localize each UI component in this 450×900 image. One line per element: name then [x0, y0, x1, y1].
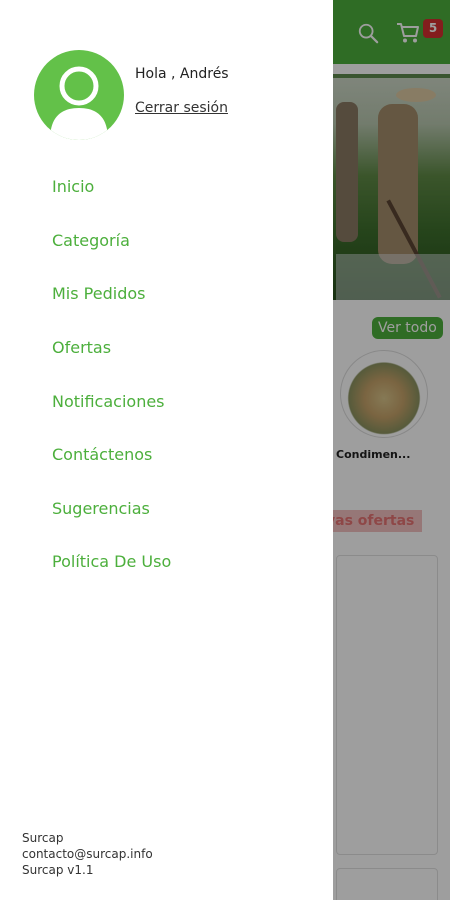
- menu-item-notificaciones[interactable]: Notificaciones: [0, 374, 333, 428]
- navigation-drawer: Hola , Andrés Cerrar sesión Inicio Categ…: [0, 0, 333, 900]
- menu-item-sugerencias[interactable]: Sugerencias: [0, 482, 333, 536]
- menu-item-ofertas[interactable]: Ofertas: [0, 321, 333, 375]
- user-avatar-icon: [34, 50, 124, 140]
- user-greeting: Hola , Andrés: [135, 66, 229, 82]
- drawer-footer: Surcap contacto@surcap.info Surcap v1.1: [22, 830, 153, 878]
- menu-item-categoria[interactable]: Categoría: [0, 214, 333, 268]
- drawer-menu: Inicio Categoría Mis Pedidos Ofertas Not…: [0, 160, 333, 589]
- footer-company: Surcap: [22, 831, 64, 845]
- footer-version: Surcap v1.1: [22, 863, 94, 877]
- menu-item-contactenos[interactable]: Contáctenos: [0, 428, 333, 482]
- menu-item-mis-pedidos[interactable]: Mis Pedidos: [0, 267, 333, 321]
- menu-item-politica-de-uso[interactable]: Política De Uso: [0, 535, 333, 589]
- footer-email: contacto@surcap.info: [22, 847, 153, 861]
- logout-link[interactable]: Cerrar sesión: [135, 100, 228, 116]
- menu-item-inicio[interactable]: Inicio: [0, 160, 333, 214]
